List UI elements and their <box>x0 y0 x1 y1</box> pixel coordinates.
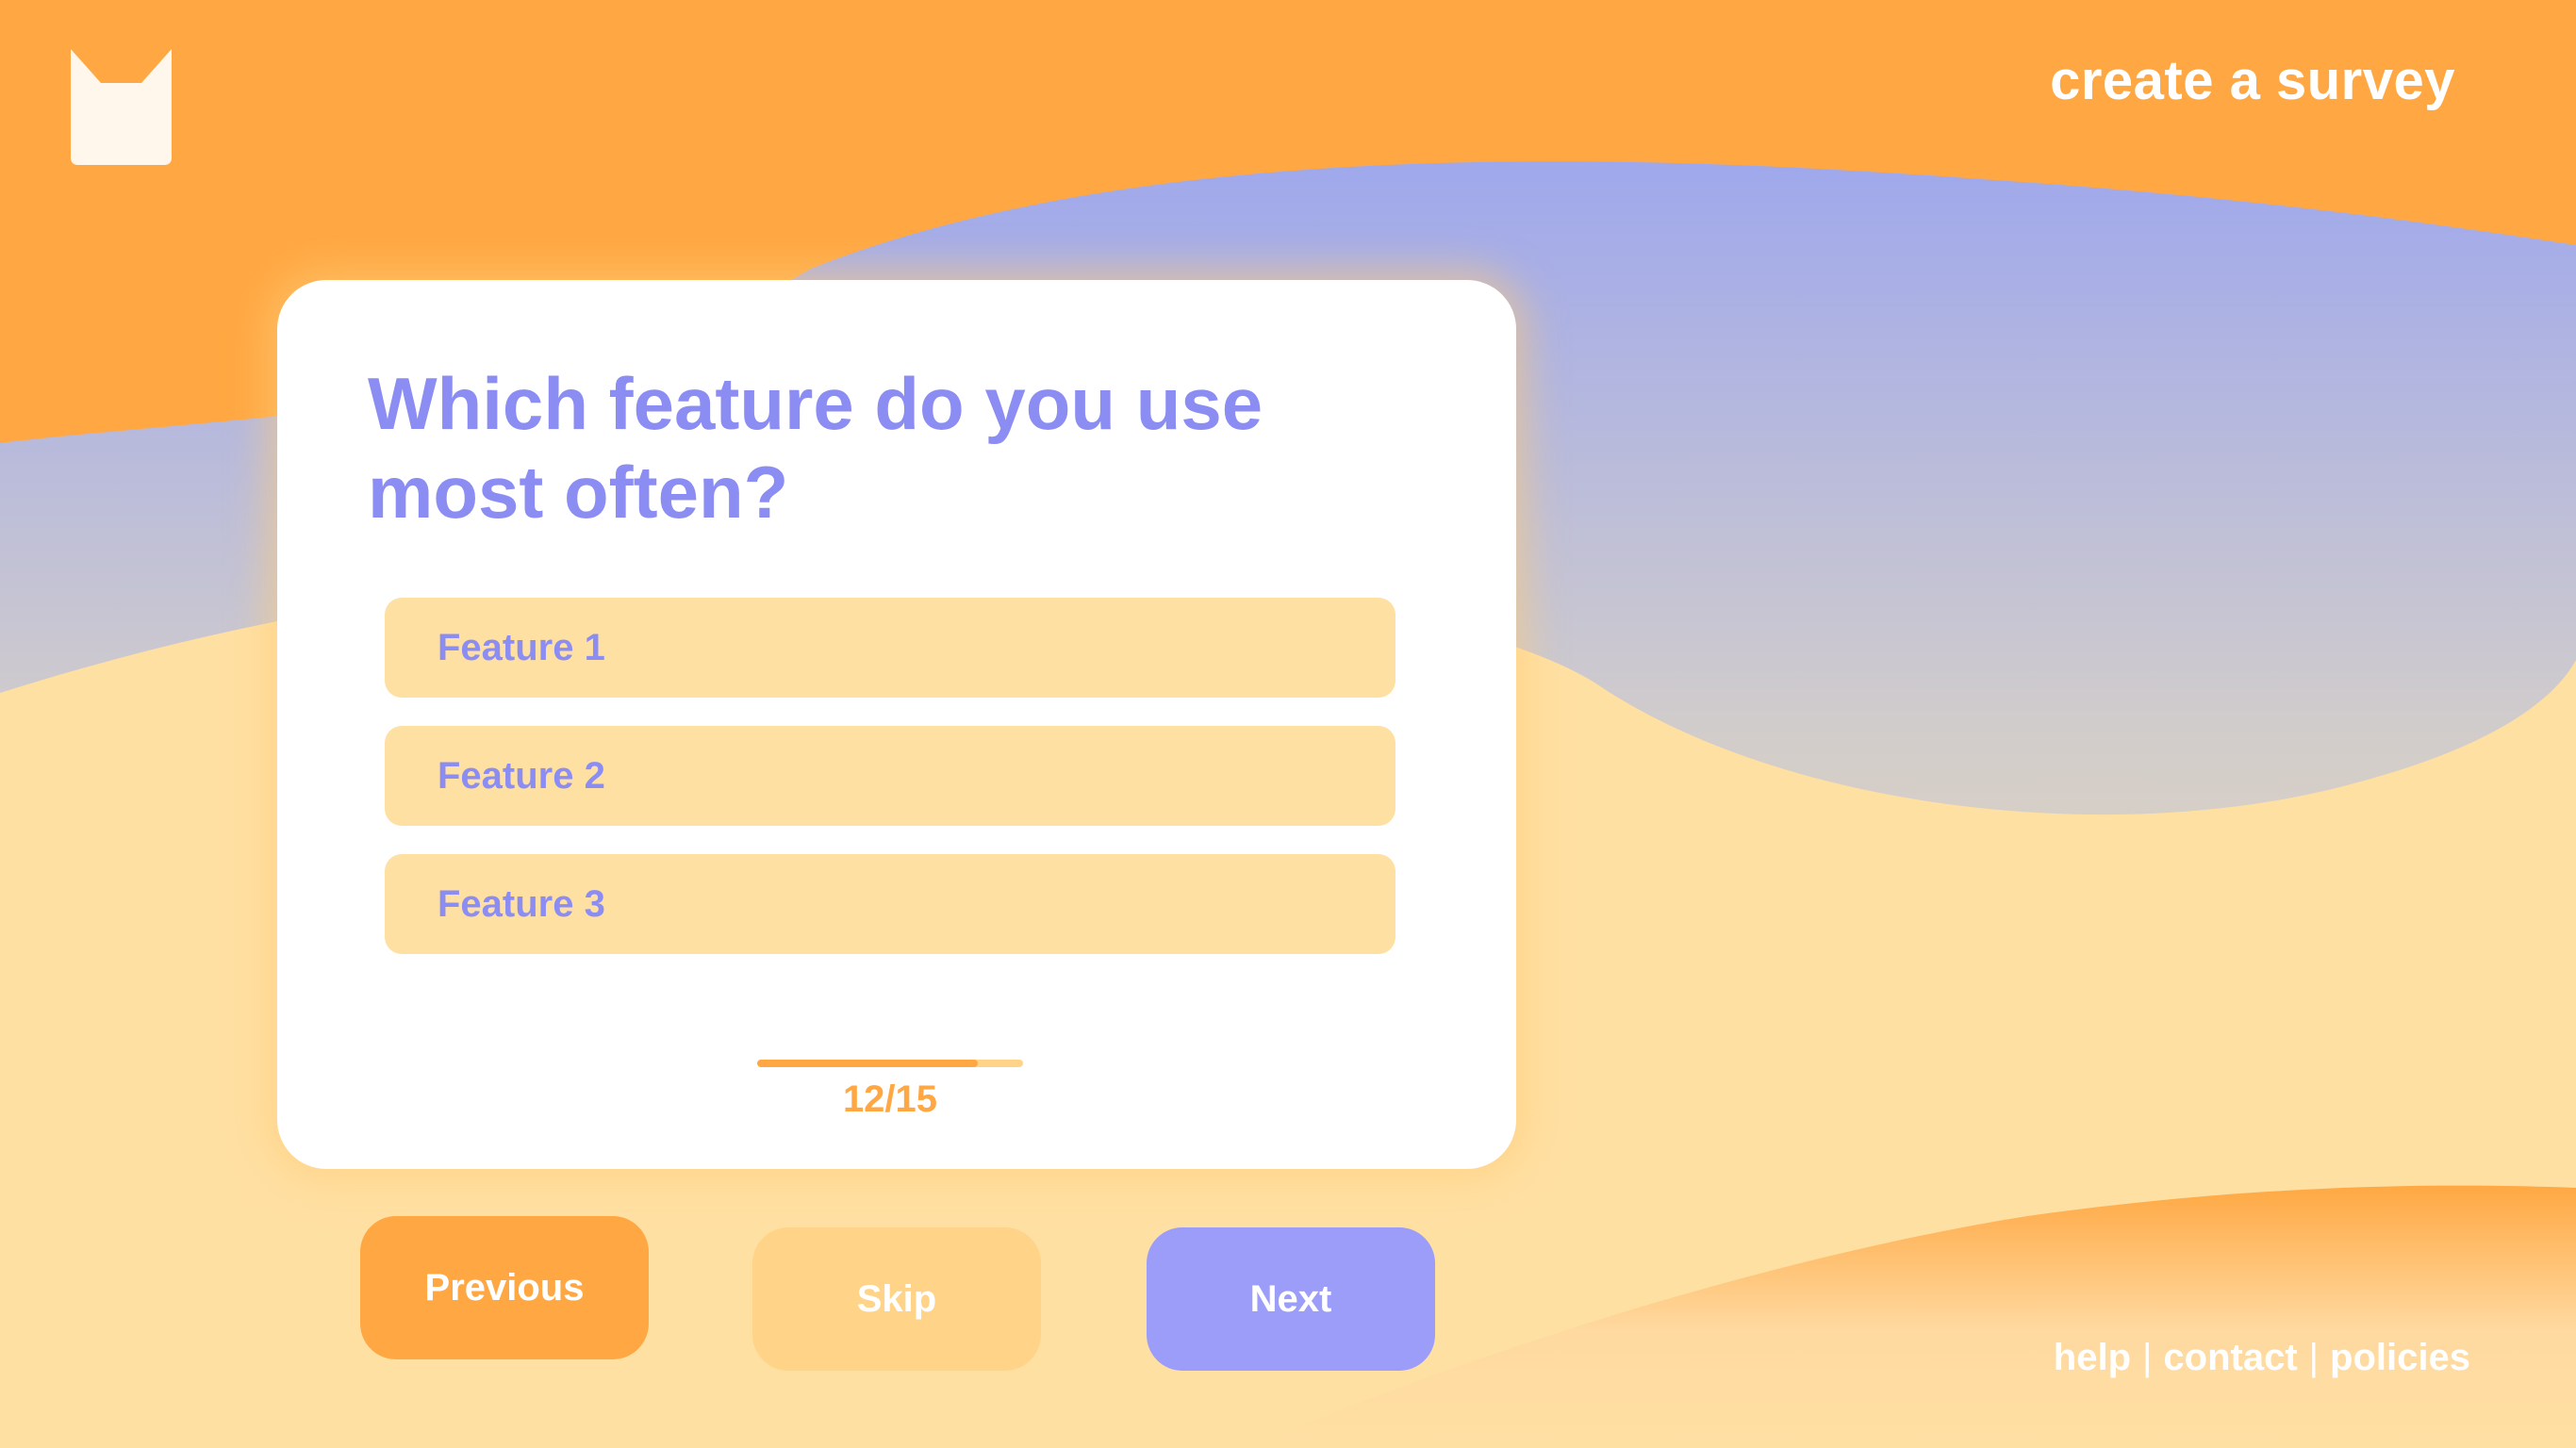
next-button[interactable]: Next <box>1147 1227 1435 1371</box>
policies-link[interactable]: policies <box>2330 1337 2470 1378</box>
previous-button[interactable]: Previous <box>360 1216 649 1359</box>
survey-page: create a survey Which feature do you use… <box>0 0 2576 1448</box>
survey-card: Which feature do you use most often? Fea… <box>277 280 1516 1169</box>
option-feature-2[interactable]: Feature 2 <box>385 726 1395 826</box>
progress-counter: 12/15 <box>842 1078 938 1120</box>
option-label: Feature 2 <box>438 754 605 797</box>
progress-bar-fill <box>757 1060 979 1067</box>
cat-head-logo-icon[interactable] <box>71 49 172 165</box>
option-label: Feature 1 <box>438 626 605 668</box>
progress-bar <box>757 1060 1023 1067</box>
footer-separator: | <box>2308 1337 2320 1378</box>
create-survey-link[interactable]: create a survey <box>2050 49 2455 112</box>
skip-button[interactable]: Skip <box>752 1227 1041 1371</box>
help-link[interactable]: help <box>2054 1337 2131 1378</box>
footer-links: help | contact | policies <box>2054 1337 2470 1379</box>
option-feature-3[interactable]: Feature 3 <box>385 854 1395 954</box>
option-label: Feature 3 <box>438 882 605 925</box>
question-title: Which feature do you use most often? <box>368 362 1263 534</box>
footer-separator: | <box>2142 1337 2153 1378</box>
contact-link[interactable]: contact <box>2163 1337 2297 1378</box>
option-feature-1[interactable]: Feature 1 <box>385 598 1395 698</box>
